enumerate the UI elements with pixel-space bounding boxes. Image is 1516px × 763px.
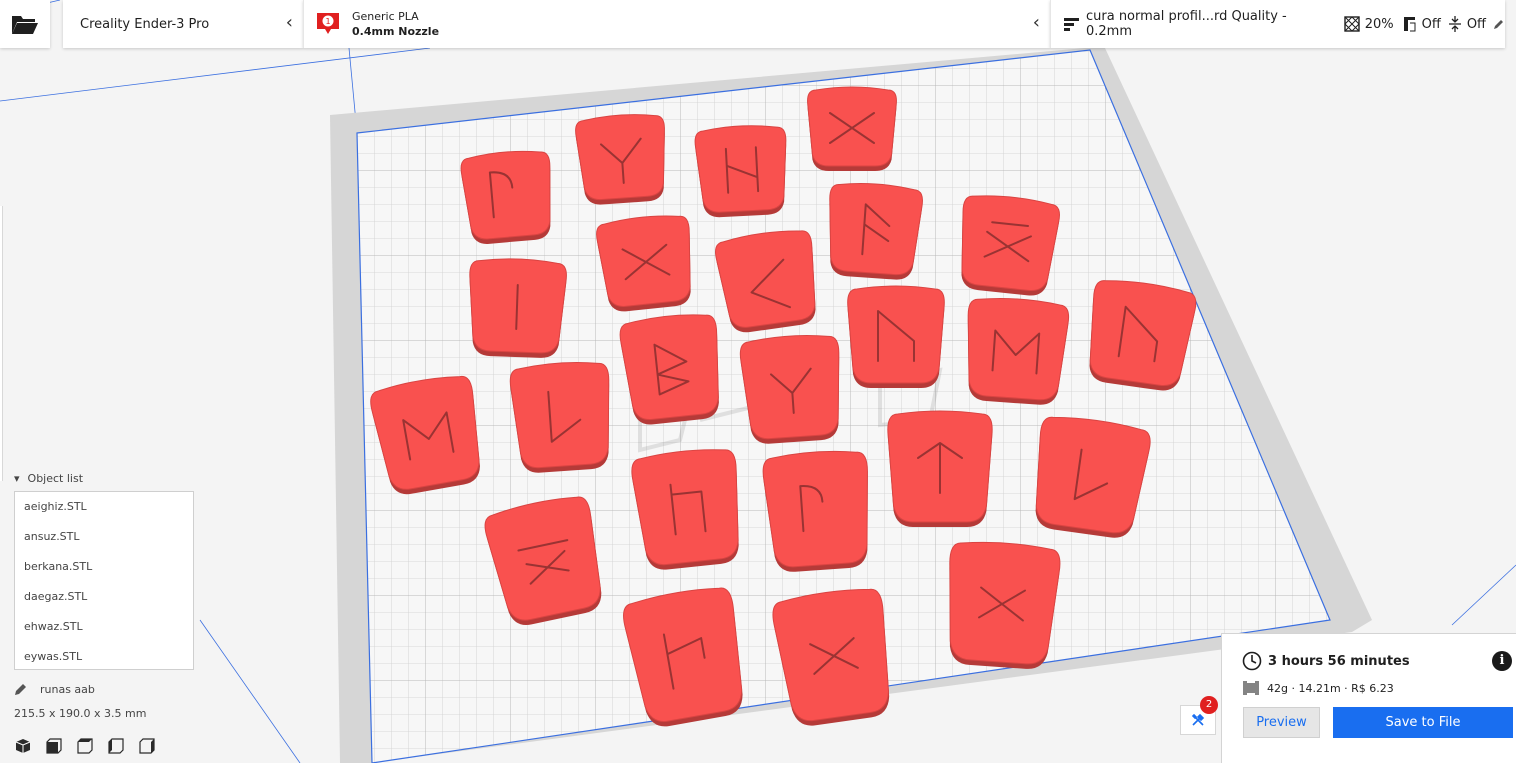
infill-value: 20% [1364,16,1394,32]
notification-badge: 2 [1200,696,1218,714]
rune-tile-face [596,215,691,307]
object-list-title: Object list [27,472,84,485]
view-front-button[interactable] [46,736,77,756]
profile-lines-icon [1063,18,1079,31]
rune-tile-face [762,450,868,568]
list-item[interactable]: ansuz.STL [15,522,193,552]
rune-tile-face [509,362,610,469]
infill-icon [1344,16,1360,32]
extruder-number: 1 [325,17,330,26]
rune-tile[interactable] [575,112,670,206]
rune-tile-face [739,335,840,440]
object-list-toggle[interactable]: ▾ Object list [14,472,83,485]
cube-3d-icon [15,739,31,753]
rune-tile[interactable] [694,124,789,219]
preview-button[interactable]: Preview [1243,707,1320,738]
rune-tile-face [847,285,945,384]
rune-tile-face [949,541,1061,665]
rune-tile-face [961,195,1060,292]
extruder-badge-icon: 1 [316,12,340,36]
rune-tile-face [967,297,1070,401]
cube-right-icon [139,738,155,754]
view-left-button[interactable] [108,736,139,756]
list-item[interactable]: ehwaz.STL [15,612,193,642]
material-name: Generic PLA [352,10,419,23]
rune-tile[interactable] [595,212,697,313]
chevron-down-icon: ▾ [14,472,20,485]
rune-tile[interactable] [619,311,726,427]
rune-tile-face [1089,280,1197,387]
rune-tile[interactable] [847,285,945,388]
left-toolbar-edge [0,206,3,481]
adhesion-value: Off [1466,16,1487,32]
cube-top-icon [77,738,93,754]
rune-tile[interactable] [714,227,823,336]
save-to-file-button[interactable]: Save to File [1333,707,1513,738]
list-item[interactable]: aeighiz.STL [15,492,193,522]
info-icon[interactable]: i [1492,651,1512,671]
rune-tile-face [829,183,923,276]
chevron-left-icon: ‹ [1032,12,1040,33]
rune-tile-face [631,449,739,566]
support-icon [1403,17,1416,32]
rune-tile[interactable] [739,333,845,446]
view-top-button[interactable] [77,736,108,756]
pencil-icon[interactable] [1493,18,1505,30]
cube-left-icon [108,738,124,754]
rune-tile[interactable] [460,148,556,245]
printer-selector[interactable]: Creality Ender-3 Pro ‹ [63,0,303,48]
material-usage: 42g · 14.21m · R$ 6.23 [1267,681,1394,695]
open-file-button[interactable] [0,0,50,48]
rune-tile[interactable] [962,296,1070,407]
list-item[interactable]: daegaz.STL [15,582,193,612]
object-list[interactable]: aeighiz.STL ansuz.STL berkana.STL daegaz… [14,491,194,670]
rune-tile-face [460,150,551,240]
rune-tile-face [694,125,787,213]
camera-view-buttons [15,736,170,756]
spool-icon [1243,681,1259,695]
print-time: 3 hours 56 minutes [1268,653,1410,669]
chevron-left-icon: ‹ [285,12,293,33]
folder-open-icon [12,16,38,34]
rune-tile[interactable] [509,360,615,475]
pencil-icon [15,684,26,695]
rune-tile[interactable] [887,410,993,527]
cube-front-icon [46,738,62,754]
nozzle-size: 0.4mm Nozzle [352,25,440,38]
project-name: runas aab [40,682,95,696]
rune-tile-face [715,230,816,328]
rune-tile[interactable] [630,446,746,572]
project-name-row[interactable]: runas aab [14,682,95,696]
printer-name: Creality Ender-3 Pro [80,16,210,32]
support-value: Off [1421,16,1441,32]
list-item[interactable]: eywas.STL [15,642,193,672]
rune-tile-face [807,86,897,167]
list-item[interactable]: berkana.STL [15,552,193,582]
rune-tile[interactable] [824,181,923,281]
view-right-button[interactable] [139,736,170,756]
rune-tile[interactable] [467,257,567,358]
scene-dimensions: 215.5 x 190.0 x 3.5 mm [14,707,147,720]
rune-tile[interactable] [807,86,897,171]
rune-tile[interactable] [771,585,898,729]
material-selector[interactable]: 1 Generic PLA 0.4mm Nozzle ‹ [303,0,1050,48]
rune-tile-face [1035,416,1151,534]
tools-icon [1191,713,1205,726]
rune-tile-face [575,114,665,201]
adhesion-icon [1448,16,1461,32]
view-3d-button[interactable] [15,736,46,756]
clock-icon [1242,651,1262,671]
print-settings-selector[interactable]: cura normal profil...rd Quality - 0.2mm … [1050,0,1505,48]
print-job-panel: 3 hours 56 minutes i 42g · 14.21m · R$ 6… [1221,633,1516,763]
rune-tile-face [619,314,719,420]
rune-tile[interactable] [943,539,1062,670]
rune-tile[interactable] [762,449,874,574]
profile-name: cura normal profil...rd Quality - 0.2mm [1085,9,1287,39]
rune-tile[interactable] [955,192,1061,298]
